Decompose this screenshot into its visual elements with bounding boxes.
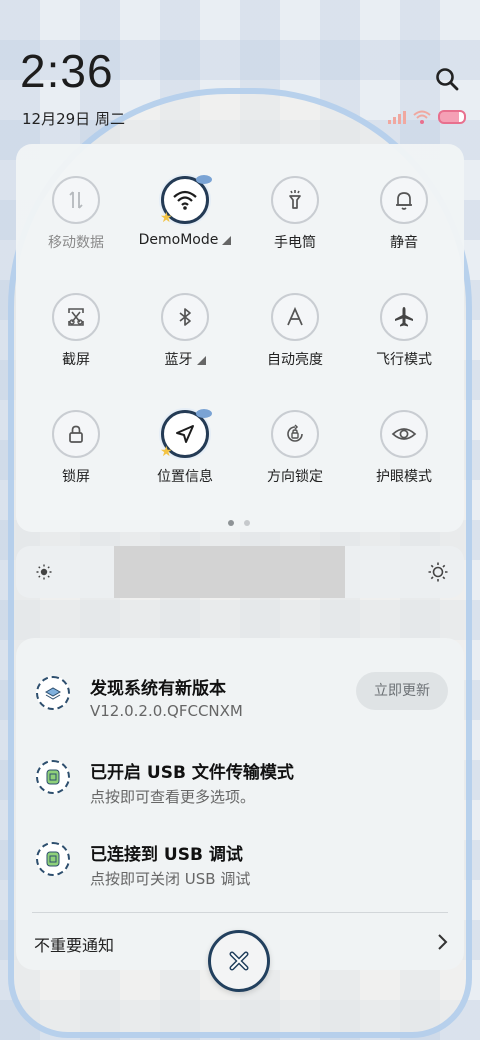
wifi-status-icon bbox=[413, 110, 431, 124]
notification-panel: 发现系统有新版本 V12.0.2.0.QFCCNXM 立即更新 已开启 USB … bbox=[16, 638, 464, 970]
notification-item[interactable]: 已连接到 USB 调试 点按即可关闭 USB 调试 bbox=[16, 834, 464, 904]
auto-brightness-icon bbox=[271, 293, 319, 341]
search-icon[interactable] bbox=[434, 66, 462, 94]
quick-settings-panel: 移动数据 ★ DemoMode 手电筒 静音 截屏 蓝牙 自动亮度 飞行模式 锁… bbox=[16, 144, 464, 532]
star-decoration: ★ bbox=[160, 210, 173, 226]
tile-label: 截屏 bbox=[62, 352, 90, 368]
brightness-high-icon bbox=[428, 562, 448, 586]
tile-label: 蓝牙 bbox=[164, 352, 193, 368]
expand-caret-icon[interactable] bbox=[196, 355, 206, 365]
chevron-right-icon[interactable] bbox=[432, 932, 452, 952]
bluetooth-icon bbox=[161, 293, 209, 341]
notification-title: 发现系统有新版本 bbox=[90, 679, 226, 699]
usb-debug-app-icon bbox=[36, 842, 70, 876]
tile-demomode[interactable]: ★ DemoMode bbox=[130, 175, 240, 248]
lock-icon bbox=[52, 410, 100, 458]
airplane-icon bbox=[380, 293, 428, 341]
fish-decoration bbox=[196, 175, 212, 184]
tile-label: 护眼模式 bbox=[376, 469, 432, 485]
tile-label: 飞行模式 bbox=[376, 352, 432, 368]
tile-location[interactable]: ★ 位置信息 bbox=[130, 409, 240, 486]
brightness-low-icon bbox=[36, 564, 52, 584]
tile-screenshot[interactable]: 截屏 bbox=[21, 293, 131, 369]
mobile-data-icon bbox=[52, 176, 100, 224]
brightness-fill bbox=[114, 546, 345, 598]
tile-label: 自动亮度 bbox=[267, 352, 323, 368]
tile-mobile-data[interactable]: 移动数据 bbox=[21, 176, 131, 252]
tile-label: 锁屏 bbox=[62, 469, 90, 485]
tile-silent[interactable]: 静音 bbox=[349, 176, 459, 252]
bell-icon bbox=[380, 176, 428, 224]
tile-flashlight[interactable]: 手电筒 bbox=[240, 176, 350, 252]
eye-icon bbox=[380, 410, 428, 458]
page-indicator bbox=[228, 520, 250, 526]
tile-eye-care[interactable]: 护眼模式 bbox=[349, 410, 459, 486]
expand-caret-icon[interactable] bbox=[222, 235, 232, 245]
tile-bluetooth[interactable]: 蓝牙 bbox=[130, 293, 240, 369]
notification-body: 点按即可查看更多选项。 bbox=[90, 788, 256, 806]
page-dot[interactable] bbox=[228, 520, 234, 526]
tile-auto-brightness[interactable]: 自动亮度 bbox=[240, 293, 350, 369]
notification-body: V12.0.2.0.QFCCNXM bbox=[90, 702, 243, 720]
date: 12月29日 周二 bbox=[22, 110, 125, 128]
divider bbox=[32, 912, 448, 913]
notification-title: 已开启 USB 文件传输模式 bbox=[90, 763, 294, 783]
clear-all-button[interactable] bbox=[208, 930, 270, 992]
notification-item[interactable]: 发现系统有新版本 V12.0.2.0.QFCCNXM 立即更新 bbox=[16, 668, 464, 738]
notification-title: 已连接到 USB 调试 bbox=[90, 845, 243, 865]
tile-label: DemoMode bbox=[138, 232, 219, 248]
star-decoration: ★ bbox=[160, 444, 173, 460]
tile-label: 手电筒 bbox=[274, 235, 316, 251]
usb-app-icon bbox=[36, 760, 70, 794]
notification-body: 点按即可关闭 USB 调试 bbox=[90, 870, 251, 888]
battery-icon bbox=[438, 110, 466, 124]
signal-icon bbox=[388, 110, 406, 124]
clock: 2:36 bbox=[20, 45, 114, 97]
page-dot[interactable] bbox=[244, 520, 250, 526]
notification-item[interactable]: 已开启 USB 文件传输模式 点按即可查看更多选项。 bbox=[16, 752, 464, 822]
tile-label: 移动数据 bbox=[48, 235, 104, 251]
tile-label: 位置信息 bbox=[157, 469, 213, 485]
flashlight-icon bbox=[271, 176, 319, 224]
wifi-icon: ★ bbox=[160, 175, 212, 226]
unimportant-notifications-link[interactable]: 不重要通知 bbox=[34, 932, 114, 956]
status-icons bbox=[388, 108, 466, 126]
tile-airplane[interactable]: 飞行模式 bbox=[349, 293, 459, 369]
close-icon bbox=[229, 951, 249, 971]
tile-rotation-lock[interactable]: 方向锁定 bbox=[240, 410, 350, 486]
tile-label: 静音 bbox=[390, 235, 418, 251]
brightness-slider[interactable] bbox=[16, 546, 464, 598]
screenshot-icon bbox=[52, 293, 100, 341]
updater-app-icon bbox=[36, 676, 70, 710]
fish-decoration bbox=[196, 409, 212, 418]
tile-label: 方向锁定 bbox=[267, 469, 323, 485]
location-icon: ★ bbox=[160, 409, 212, 460]
rotation-lock-icon bbox=[271, 410, 319, 458]
tile-lock-screen[interactable]: 锁屏 bbox=[21, 410, 131, 486]
update-now-button[interactable]: 立即更新 bbox=[356, 672, 448, 710]
